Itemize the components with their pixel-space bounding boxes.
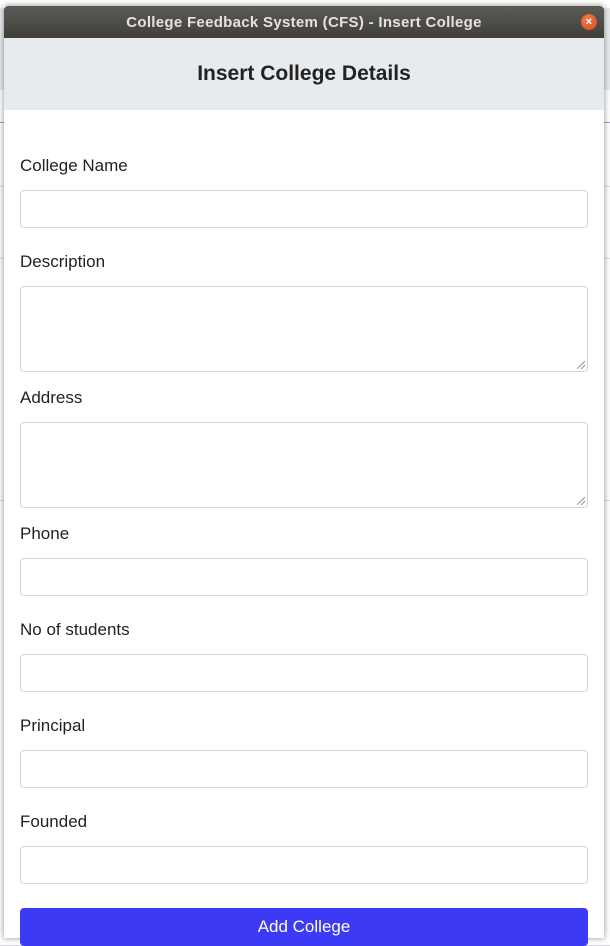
phone-label: Phone bbox=[20, 524, 70, 543]
resize-grip-icon[interactable] bbox=[577, 361, 585, 369]
page-title: Insert College Details bbox=[197, 62, 411, 85]
address-textarea[interactable] bbox=[20, 422, 588, 508]
no-of-students-label: No of students bbox=[20, 620, 130, 639]
window-title: College Feedback System (CFS) - Insert C… bbox=[126, 13, 482, 31]
description-label: Description bbox=[20, 252, 106, 271]
resize-grip-icon[interactable] bbox=[577, 497, 585, 505]
add-college-button[interactable]: Add College bbox=[20, 908, 588, 946]
address-label: Address bbox=[20, 388, 83, 407]
college-name-input[interactable] bbox=[20, 190, 588, 228]
description-textarea[interactable] bbox=[20, 286, 588, 372]
principal-label: Principal bbox=[20, 716, 86, 735]
founded-label: Founded bbox=[20, 812, 88, 831]
phone-input[interactable] bbox=[20, 558, 588, 596]
dialog-header: Insert College Details bbox=[4, 38, 604, 110]
insert-college-dialog: College Feedback System (CFS) - Insert C… bbox=[4, 6, 604, 946]
principal-input[interactable] bbox=[20, 750, 588, 788]
insert-college-form: College Name Description Address Phone N… bbox=[4, 110, 604, 946]
close-icon[interactable]: × bbox=[581, 14, 597, 30]
no-of-students-input[interactable] bbox=[20, 654, 588, 692]
window-titlebar[interactable]: College Feedback System (CFS) - Insert C… bbox=[4, 6, 604, 38]
founded-input[interactable] bbox=[20, 846, 588, 884]
college-name-label: College Name bbox=[20, 156, 128, 175]
